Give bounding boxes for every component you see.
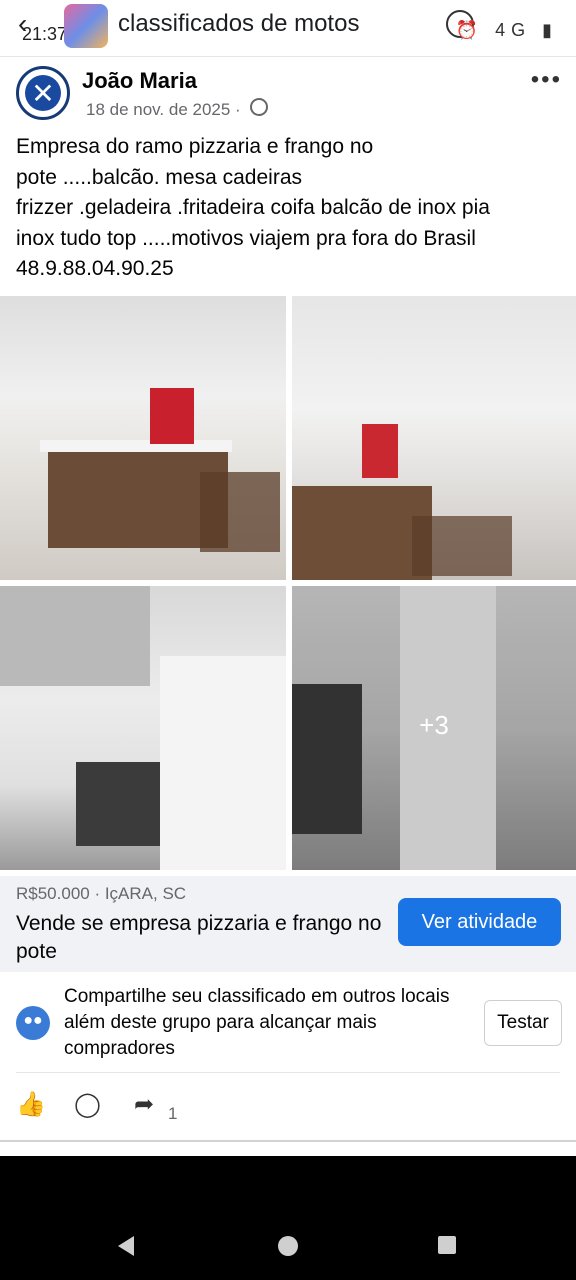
network-label: 4G: [495, 20, 532, 40]
battery-icon: ▮: [542, 20, 558, 40]
photo-oven: [76, 762, 160, 846]
post-text: Empresa do ramo pizzaria e frango no pot…: [16, 135, 490, 280]
comment-icon[interactable]: ◯: [74, 1090, 101, 1119]
back-arrow-icon[interactable]: ‹: [18, 8, 27, 40]
post-date[interactable]: 18 de nov. de 2025 ·: [86, 100, 241, 120]
group-title[interactable]: classificados de motos: [118, 10, 359, 38]
avatar-logo-icon: ✕: [31, 78, 55, 109]
thumbs-up-icon[interactable]: 👍: [16, 1090, 46, 1119]
listing-info[interactable]: R$50.000 · IçARA, SC Vende se empresa pi…: [0, 876, 576, 972]
photo-red-fridge: [150, 388, 194, 444]
listing-price-location: R$50.000 · IçARA, SC: [16, 884, 187, 903]
photo-chairs: [412, 516, 512, 576]
more-photos-count[interactable]: +3: [292, 710, 576, 741]
nav-recent-icon[interactable]: [438, 1236, 456, 1254]
listing-title: Vende se empresa pizzaria e frango no po…: [16, 912, 382, 963]
view-activity-button[interactable]: Ver atividade: [398, 898, 561, 946]
status-icons: ⏰ 4G ▮: [456, 20, 558, 41]
photo-3[interactable]: [0, 586, 286, 870]
alarm-icon: ⏰: [455, 20, 485, 40]
photo-1[interactable]: [0, 296, 286, 580]
people-icon: ●●: [16, 1006, 50, 1040]
system-nav-bar: [0, 1156, 576, 1280]
photo-counter: [292, 486, 432, 580]
nav-back-icon[interactable]: [118, 1236, 134, 1256]
photo-countertop: [40, 440, 232, 452]
share-icon[interactable]: ➦: [134, 1090, 154, 1119]
more-icon[interactable]: •••: [531, 66, 562, 94]
people-glyph: ●●: [23, 1012, 43, 1029]
status-time: 21:37: [22, 24, 68, 44]
photo-red-fridge: [362, 424, 398, 478]
group-avatar[interactable]: [64, 4, 108, 48]
divider: [16, 1072, 560, 1073]
post-actions: 👍 ◯ ➦ 1: [0, 1090, 576, 1134]
post-header: ✕ João Maria 18 de nov. de 2025 · •••: [0, 62, 576, 128]
author-name[interactable]: João Maria: [82, 68, 197, 94]
photo-chairs: [200, 472, 280, 552]
test-button[interactable]: Testar: [484, 1000, 562, 1046]
status-bar: 21:37 ‹ classificados de motos ⏰ 4G ▮: [0, 0, 576, 56]
share-prompt-text: Compartilhe seu classificado em outros l…: [64, 986, 450, 1059]
globe-icon: [250, 98, 268, 116]
divider: [0, 56, 576, 57]
photo-2[interactable]: [292, 296, 576, 580]
avatar-inner: ✕: [25, 75, 61, 111]
photo-fridge: [160, 656, 286, 870]
divider: [0, 1140, 576, 1142]
photo-hood: [0, 586, 150, 686]
author-avatar[interactable]: ✕: [16, 66, 70, 120]
nav-home-icon[interactable]: [278, 1236, 298, 1256]
share-count: 1: [168, 1104, 178, 1123]
